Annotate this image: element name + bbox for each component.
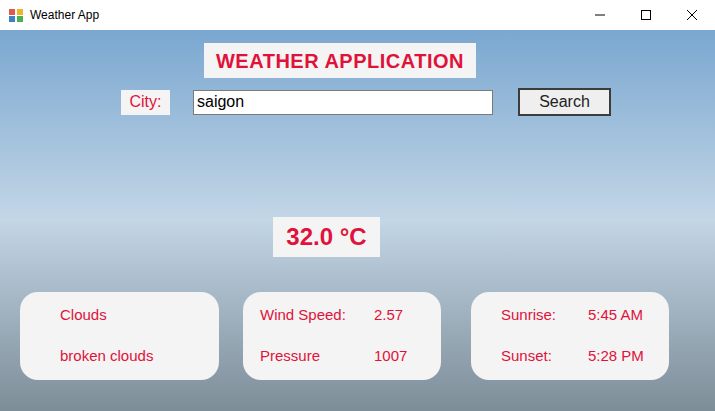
detail-value: 5:28 PM [588,346,644,366]
temperature-label: 32.0 °C [273,217,380,257]
search-button[interactable]: Search [518,88,611,116]
weather-card: Clouds broken clouds [20,292,219,380]
detail-row: Sunset:5:28 PM [501,346,669,366]
detail-row: Wind Speed:2.57 [260,305,441,325]
detail-value: 2.57 [374,305,403,325]
detail-label: Wind Speed: [260,305,374,325]
search-row: City: Search [0,78,715,116]
detail-label: Sunset: [501,346,588,366]
weather-description: broken clouds [60,346,219,366]
city-label: City: [121,90,170,115]
background-photo: WEATHER APPLICATIONCity:Search32.0 °CClo… [0,30,715,411]
title-bar: Weather App [0,0,715,30]
detail-row: Sunrise:5:45 AM [501,305,669,325]
sun-card: Sunrise:5:45 AM Sunset:5:28 PM [471,292,669,380]
city-input[interactable] [193,90,493,115]
detail-row: Pressure1007 [260,346,441,366]
maximize-icon[interactable] [623,0,669,30]
app-title: WEATHER APPLICATION [204,43,476,78]
weather-main: Clouds [60,305,219,325]
temperature-row: 32.0 °C [0,116,715,257]
detail-label: Sunrise: [501,305,588,325]
header-row: WEATHER APPLICATION [0,30,715,78]
app-icon [8,7,24,23]
detail-label: Pressure [260,346,374,366]
detail-value: 5:45 AM [588,305,643,325]
minimize-icon[interactable] [577,0,623,30]
cards-row: Clouds broken clouds Wind Speed:2.57 Pressu… [0,257,715,380]
detail-value: 1007 [374,346,407,366]
window-title: Weather App [30,9,99,21]
close-icon[interactable] [669,0,715,30]
details-card: Wind Speed:2.57 Pressure1007 [243,292,441,380]
